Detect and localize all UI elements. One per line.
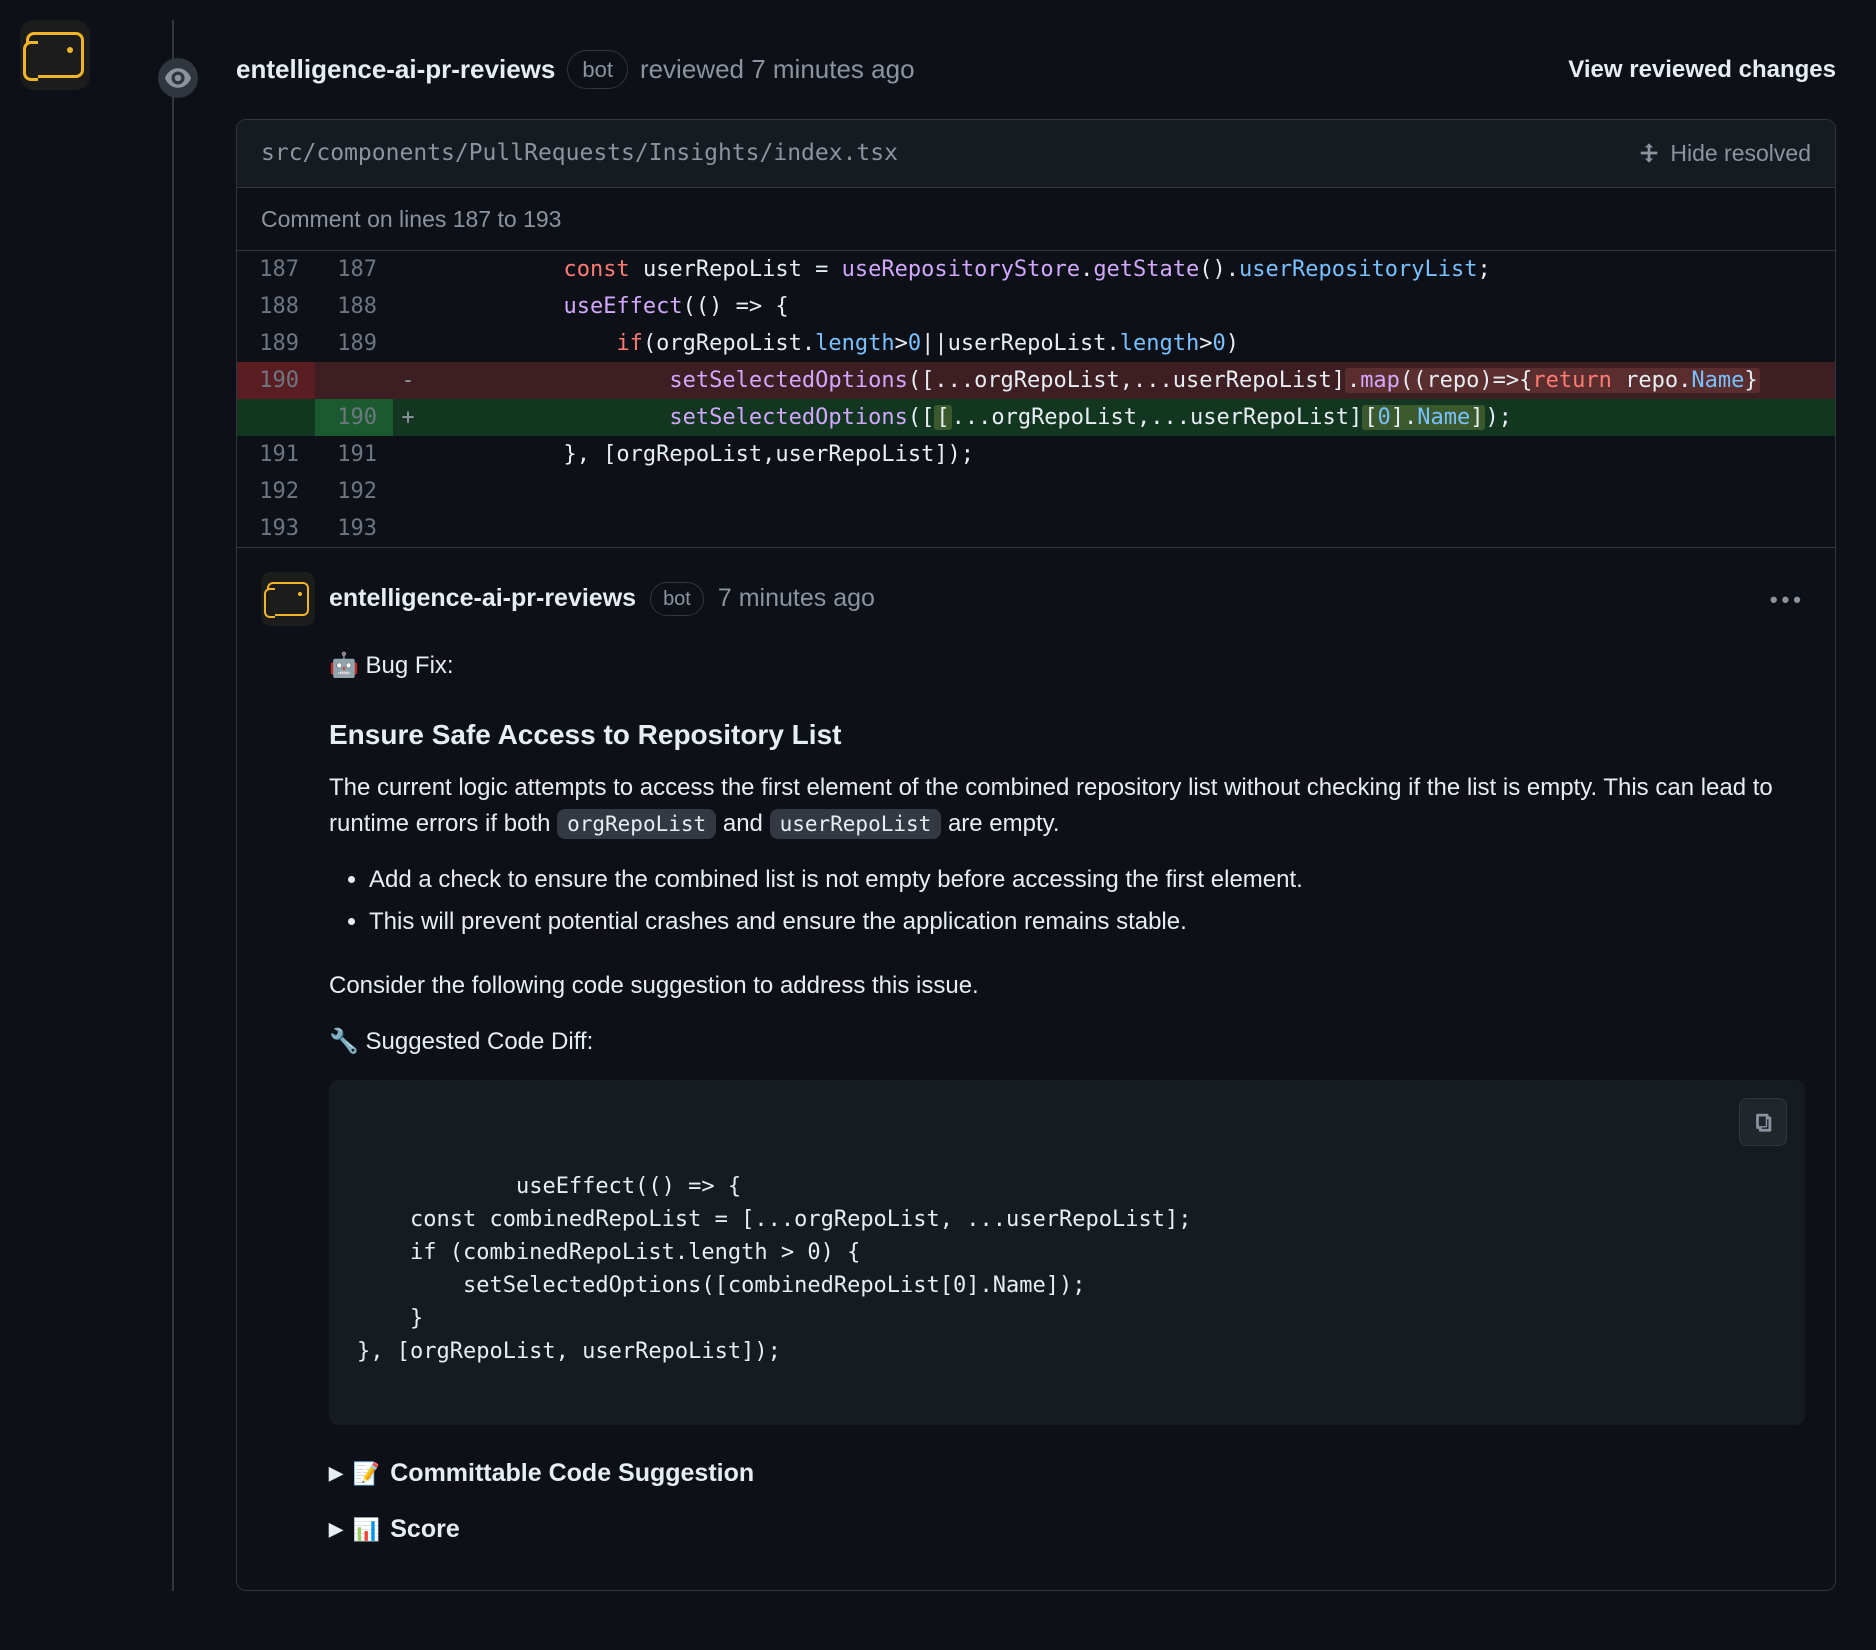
diff-marker <box>393 251 423 288</box>
bot-badge: bot <box>650 582 704 616</box>
hide-resolved-button[interactable]: Hide resolved <box>1638 136 1811 171</box>
comment-heading: Ensure Safe Access to Repository List <box>329 714 1805 756</box>
new-line-number[interactable] <box>315 362 393 399</box>
inline-code: orgRepoList <box>557 809 716 839</box>
comment-thread: entelligence-ai-pr-reviews bot 7 minutes… <box>237 547 1835 1590</box>
diff-marker: - <box>393 362 423 399</box>
bot-badge: bot <box>567 50 628 89</box>
inline-code: userRepoList <box>770 809 942 839</box>
old-line-number[interactable] <box>237 399 315 436</box>
diff-code: }, [orgRepoList,userRepoList]); <box>423 436 1835 473</box>
bullet-item: This will prevent potential crashes and … <box>369 904 1805 940</box>
diff-code: if(orgRepoList.length>0||userRepoList.le… <box>423 325 1835 362</box>
old-line-number[interactable]: 190 <box>237 362 315 399</box>
comment-line-range: Comment on lines 187 to 193 <box>237 188 1835 252</box>
diff-row: 191191 }, [orgRepoList,userRepoList]); <box>237 436 1835 473</box>
new-line-number[interactable]: 191 <box>315 436 393 473</box>
comment-body: 🤖 Bug Fix: Ensure Safe Access to Reposit… <box>261 648 1805 1548</box>
copy-button[interactable] <box>1739 1098 1787 1146</box>
diff-code <box>423 510 1835 547</box>
suggested-code-block: useEffect(() => { const combinedRepoList… <box>329 1080 1805 1425</box>
review-box: src/components/PullRequests/Insights/ind… <box>236 119 1836 1591</box>
comment-paragraph: Consider the following code suggestion t… <box>329 968 1805 1004</box>
file-path[interactable]: src/components/PullRequests/Insights/ind… <box>261 136 898 171</box>
diff-marker: + <box>393 399 423 436</box>
triangle-right-icon: ▶ <box>329 1516 343 1543</box>
new-line-number[interactable]: 189 <box>315 325 393 362</box>
bugfix-label: 🤖 Bug Fix: <box>329 648 1805 684</box>
diff-marker <box>393 325 423 362</box>
suggested-diff-label: 🔧 Suggested Code Diff: <box>329 1024 1805 1060</box>
old-line-number[interactable]: 193 <box>237 510 315 547</box>
view-reviewed-changes-link[interactable]: View reviewed changes <box>1568 52 1836 88</box>
comment-actions-menu[interactable]: ••• <box>1770 583 1805 616</box>
comment-author-link[interactable]: entelligence-ai-pr-reviews <box>329 580 636 618</box>
review-header: entelligence-ai-pr-reviews bot reviewed … <box>236 20 1836 119</box>
review-author-link[interactable]: entelligence-ai-pr-reviews <box>236 50 555 89</box>
diff-code: setSelectedOptions([...orgRepoList,...us… <box>423 362 1835 399</box>
bullet-item: Add a check to ensure the combined list … <box>369 862 1805 898</box>
diff-row: 190+ setSelectedOptions([[...orgRepoList… <box>237 399 1835 436</box>
diff-marker <box>393 510 423 547</box>
file-header: src/components/PullRequests/Insights/ind… <box>237 120 1835 188</box>
diff-table: 187187 const userRepoList = useRepositor… <box>237 251 1835 547</box>
unfold-icon <box>1638 142 1660 164</box>
diff-row: 190 - setSelectedOptions([...orgRepoList,… <box>237 362 1835 399</box>
new-line-number[interactable]: 190 <box>315 399 393 436</box>
comment-timestamp: 7 minutes ago <box>718 580 875 618</box>
diff-code: setSelectedOptions([[...orgRepoList,...u… <box>423 399 1835 436</box>
new-line-number[interactable]: 193 <box>315 510 393 547</box>
comment-avatar[interactable] <box>261 572 315 626</box>
old-line-number[interactable]: 189 <box>237 325 315 362</box>
diff-row: 188188 useEffect(() => { <box>237 288 1835 325</box>
diff-row: 189189 if(orgRepoList.length>0||userRepo… <box>237 325 1835 362</box>
diff-marker <box>393 288 423 325</box>
new-line-number[interactable]: 192 <box>315 473 393 510</box>
copy-icon <box>1752 1111 1774 1133</box>
old-line-number[interactable]: 191 <box>237 436 315 473</box>
diff-row: 187187 const userRepoList = useRepositor… <box>237 251 1835 288</box>
old-line-number[interactable]: 192 <box>237 473 315 510</box>
review-event-icon <box>158 58 198 98</box>
diff-marker <box>393 473 423 510</box>
new-line-number[interactable]: 187 <box>315 251 393 288</box>
score-toggle[interactable]: ▶ 📊 Score <box>329 1511 1805 1549</box>
triangle-right-icon: ▶ <box>329 1460 343 1487</box>
timeline-line <box>172 20 174 1591</box>
diff-marker <box>393 436 423 473</box>
diff-code <box>423 473 1835 510</box>
new-line-number[interactable]: 188 <box>315 288 393 325</box>
committable-suggestion-toggle[interactable]: ▶ 📝 Committable Code Suggestion <box>329 1455 1805 1493</box>
reviewer-avatar[interactable] <box>20 20 90 90</box>
diff-row: 192192 <box>237 473 1835 510</box>
comment-paragraph: The current logic attempts to access the… <box>329 770 1805 842</box>
diff-code: useEffect(() => { <box>423 288 1835 325</box>
bar-chart-icon: 📊 <box>353 1513 380 1546</box>
memo-icon: 📝 <box>353 1457 380 1490</box>
diff-row: 193193 <box>237 510 1835 547</box>
review-action-text: reviewed 7 minutes ago <box>640 50 915 89</box>
old-line-number[interactable]: 187 <box>237 251 315 288</box>
old-line-number[interactable]: 188 <box>237 288 315 325</box>
diff-code: const userRepoList = useRepositoryStore.… <box>423 251 1835 288</box>
